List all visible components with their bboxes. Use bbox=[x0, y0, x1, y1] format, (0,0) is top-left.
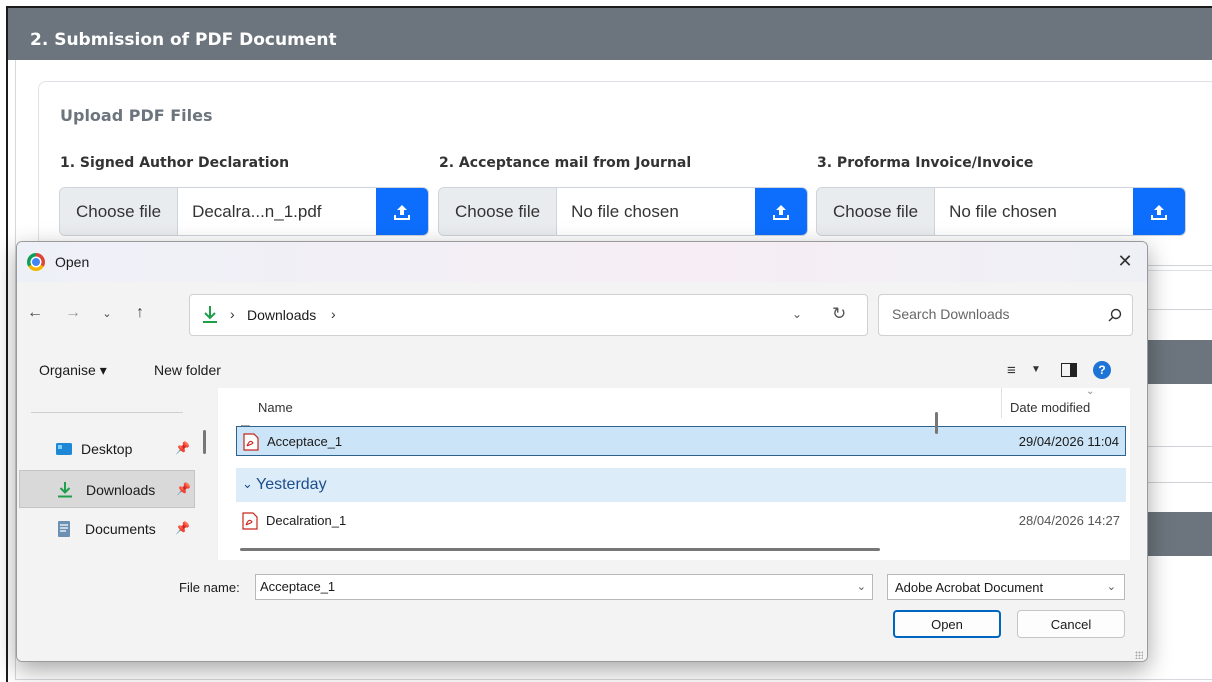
pdf-file-icon bbox=[242, 512, 258, 530]
choose-file-button[interactable]: Choose file bbox=[60, 188, 179, 235]
file-name-label: File name: bbox=[179, 580, 240, 595]
documents-icon bbox=[58, 521, 70, 537]
vertical-scrollbar-thumb[interactable] bbox=[935, 412, 938, 434]
address-bar[interactable]: › Downloads › ⌄ ↻ bbox=[189, 294, 868, 336]
file-name-combobox[interactable]: ⌄ bbox=[255, 574, 873, 600]
search-box[interactable] bbox=[878, 294, 1133, 336]
search-icon bbox=[1108, 308, 1122, 322]
horizontal-scrollbar-thumb[interactable] bbox=[240, 548, 880, 551]
chrome-logo-icon bbox=[27, 253, 45, 271]
open-button[interactable]: Open bbox=[893, 610, 1001, 638]
nav-item-label: Desktop bbox=[81, 441, 133, 457]
help-icon[interactable]: ? bbox=[1093, 361, 1111, 379]
upload-button[interactable] bbox=[755, 188, 807, 235]
nav-item-documents[interactable]: Documents 📌 bbox=[19, 510, 195, 548]
choose-file-button[interactable]: Choose file bbox=[439, 188, 558, 235]
pdf-file-icon bbox=[243, 433, 259, 451]
invoice-label: 3. Proforma Invoice/Invoice bbox=[817, 155, 1034, 171]
column-divider[interactable] bbox=[1001, 388, 1002, 418]
view-dropdown-icon[interactable]: ▼ bbox=[1031, 364, 1041, 375]
close-icon[interactable]: ✕ bbox=[1113, 249, 1137, 273]
file-date: 29/04/2026 11:04 bbox=[1018, 434, 1119, 449]
upload-button[interactable] bbox=[376, 188, 428, 235]
file-name: Acceptace_1 bbox=[267, 434, 343, 449]
up-arrow-icon[interactable]: ↑ bbox=[130, 304, 150, 322]
upload-icon bbox=[1151, 204, 1167, 220]
background-divider bbox=[1148, 309, 1212, 310]
breadcrumb-separator-icon: › bbox=[230, 306, 235, 322]
invoice-file-input[interactable]: Choose file No file chosen bbox=[816, 187, 1186, 236]
chosen-file-name: No file chosen bbox=[949, 201, 1057, 221]
open-file-dialog: Open ✕ ← → ⌄ ↑ › Downloads › ⌄ ↻ Organis… bbox=[16, 241, 1148, 662]
chosen-file-name: Decalra...n_1.pdf bbox=[192, 201, 322, 221]
download-icon bbox=[58, 482, 72, 498]
organise-menu[interactable]: Organise ▾ bbox=[39, 362, 107, 379]
back-arrow-icon[interactable]: ← bbox=[25, 304, 45, 322]
upload-icon bbox=[394, 204, 410, 220]
group-label: Yesterday bbox=[256, 476, 327, 493]
navigation-bar: ← → ⌄ ↑ › Downloads › ⌄ ↻ bbox=[17, 282, 1147, 348]
file-name: Decalration_1 bbox=[266, 513, 347, 528]
group-header-yesterday[interactable]: ⌄ Yesterday bbox=[236, 468, 1126, 502]
file-type-select[interactable]: Adobe Acrobat Document ⌄ bbox=[887, 574, 1125, 600]
file-type-value: Adobe Acrobat Document bbox=[895, 580, 1044, 595]
acceptance-file-input[interactable]: Choose file No file chosen bbox=[438, 187, 808, 236]
pin-icon: 📌 bbox=[175, 441, 190, 455]
new-folder-button[interactable]: New folder bbox=[154, 362, 221, 378]
preview-pane-icon[interactable] bbox=[1061, 363, 1077, 377]
dialog-titlebar: Open ✕ bbox=[17, 242, 1147, 282]
column-header-name[interactable]: Name bbox=[258, 400, 293, 415]
section-title: 2. Submission of PDF Document bbox=[30, 30, 337, 50]
command-bar: Organise ▾ New folder ≡ ▼ ? bbox=[17, 348, 1147, 388]
pin-icon: 📌 bbox=[176, 482, 191, 496]
chevron-down-icon[interactable]: ⌄ bbox=[857, 580, 866, 593]
cancel-button[interactable]: Cancel bbox=[1017, 610, 1125, 638]
upload-heading: Upload PDF Files bbox=[60, 106, 213, 125]
acceptance-label: 2. Acceptance mail from Journal bbox=[439, 155, 692, 171]
refresh-icon[interactable]: ↻ bbox=[832, 304, 846, 324]
nav-divider bbox=[31, 412, 183, 413]
nav-item-desktop[interactable]: Desktop 📌 bbox=[19, 430, 195, 468]
declaration-file-input[interactable]: Choose file Decalra...n_1.pdf bbox=[59, 187, 429, 236]
file-row-decalration[interactable]: Decalration_1 28/04/2026 14:27 bbox=[236, 506, 1126, 536]
breadcrumb-downloads[interactable]: Downloads bbox=[247, 307, 316, 323]
forward-arrow-icon[interactable]: → bbox=[63, 304, 83, 322]
nav-item-label: Documents bbox=[85, 521, 156, 537]
address-dropdown-icon[interactable]: ⌄ bbox=[792, 307, 802, 321]
nav-item-label: Downloads bbox=[86, 482, 156, 498]
choose-file-button[interactable]: Choose file bbox=[817, 188, 936, 235]
dialog-title: Open bbox=[55, 254, 90, 270]
background-divider bbox=[1148, 482, 1212, 483]
view-options-icon[interactable]: ≡ bbox=[1007, 362, 1016, 379]
upload-button[interactable] bbox=[1133, 188, 1185, 235]
background-divider bbox=[1148, 265, 1212, 266]
background-section-header bbox=[1148, 512, 1212, 556]
nav-scrollbar-thumb[interactable] bbox=[203, 430, 206, 454]
file-list: Name Date modified ⌄ ▭ Acceptace_1 29/04… bbox=[218, 386, 1130, 560]
file-name-input[interactable] bbox=[260, 579, 840, 594]
background-section-header bbox=[1148, 340, 1212, 384]
chevron-down-icon[interactable]: ⌄ bbox=[242, 476, 253, 492]
declaration-label: 1. Signed Author Declaration bbox=[60, 155, 290, 171]
navigation-pane: Desktop 📌 Downloads 📌 Documents 📌 bbox=[17, 388, 217, 560]
recent-locations-chevron-icon[interactable]: ⌄ bbox=[97, 307, 117, 320]
file-row-acceptace[interactable]: Acceptace_1 29/04/2026 11:04 bbox=[236, 426, 1126, 456]
desktop-icon bbox=[56, 443, 72, 455]
download-folder-icon bbox=[203, 306, 217, 323]
chevron-down-icon[interactable]: ⌄ bbox=[1107, 580, 1116, 593]
nav-item-downloads[interactable]: Downloads 📌 bbox=[19, 470, 195, 508]
chosen-file-name: No file chosen bbox=[571, 201, 679, 221]
dialog-footer: File name: ⌄ Adobe Acrobat Document ⌄ Op… bbox=[17, 560, 1147, 661]
search-input[interactable] bbox=[892, 306, 1092, 322]
column-header-date-modified[interactable]: Date modified bbox=[1010, 400, 1090, 415]
sort-caret-icon: ⌄ bbox=[1086, 386, 1095, 397]
resize-grip-icon[interactable] bbox=[1135, 651, 1143, 659]
upload-icon bbox=[773, 204, 789, 220]
file-date: 28/04/2026 14:27 bbox=[1018, 513, 1120, 528]
pin-icon: 📌 bbox=[175, 521, 190, 535]
background-divider bbox=[1148, 446, 1212, 447]
breadcrumb-separator-icon[interactable]: › bbox=[331, 306, 336, 322]
